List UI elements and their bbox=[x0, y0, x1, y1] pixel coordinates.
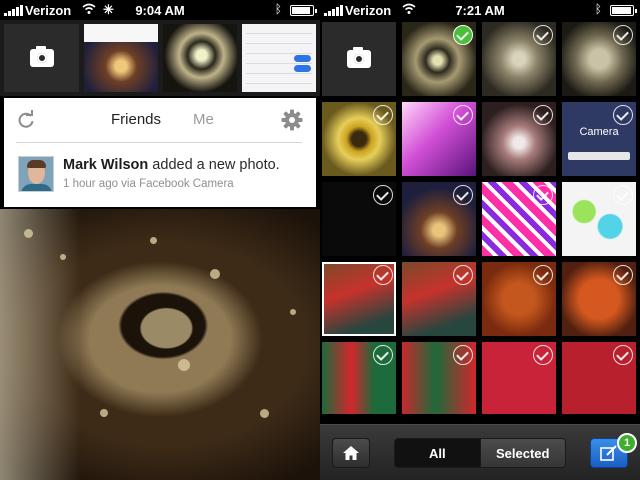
photo-tile[interactable] bbox=[562, 262, 636, 336]
check-icon[interactable] bbox=[613, 105, 633, 125]
feed-story[interactable]: Mark Wilson added a new photo. bbox=[63, 157, 280, 173]
bottom-toolbar: All Selected 1 bbox=[320, 424, 640, 480]
segment-all[interactable]: All bbox=[395, 439, 480, 467]
check-icon[interactable] bbox=[533, 25, 553, 45]
check-icon[interactable] bbox=[453, 185, 473, 205]
photo-tile[interactable] bbox=[562, 342, 636, 414]
home-icon bbox=[343, 446, 359, 460]
tab-friends[interactable]: Friends bbox=[111, 111, 161, 128]
photo-tile[interactable] bbox=[562, 182, 636, 256]
camera-button[interactable] bbox=[322, 22, 396, 96]
battery-icon bbox=[610, 5, 637, 16]
refresh-icon[interactable] bbox=[16, 110, 36, 130]
home-button[interactable] bbox=[332, 438, 370, 468]
battery-icon bbox=[290, 5, 317, 16]
filter-segmented-control: All Selected bbox=[394, 438, 566, 468]
check-icon[interactable] bbox=[373, 105, 393, 125]
tab-me[interactable]: Me bbox=[193, 111, 214, 128]
photo-tile[interactable] bbox=[482, 102, 556, 176]
check-icon[interactable] bbox=[613, 25, 633, 45]
photo-tile[interactable] bbox=[322, 262, 396, 336]
photo-tile[interactable] bbox=[322, 342, 396, 414]
photo-grid: Camera bbox=[320, 20, 640, 414]
story-meta: 1 hour ago via Facebook Camera bbox=[63, 178, 234, 190]
photo-tile[interactable] bbox=[482, 262, 556, 336]
check-icon[interactable] bbox=[373, 185, 393, 205]
check-icon[interactable] bbox=[613, 265, 633, 285]
photo-tile[interactable] bbox=[402, 342, 476, 414]
story-action: added a new photo. bbox=[148, 157, 280, 173]
check-icon[interactable] bbox=[533, 265, 553, 285]
left-screen: Verizon ✳ 9:04 AM ᛒ Friends Me Mark Wils… bbox=[0, 0, 320, 480]
shared-photo[interactable] bbox=[0, 209, 320, 480]
selection-count-badge: 1 bbox=[617, 433, 637, 453]
photo-tile[interactable] bbox=[322, 182, 396, 256]
status-time: 9:04 AM bbox=[135, 3, 185, 18]
check-icon[interactable] bbox=[373, 265, 393, 285]
bluetooth-icon: ᛒ bbox=[594, 2, 602, 16]
photo-tile[interactable] bbox=[402, 102, 476, 176]
photo-thumbnail[interactable] bbox=[242, 24, 316, 92]
photo-tile[interactable] bbox=[482, 342, 556, 414]
gear-icon[interactable] bbox=[281, 109, 303, 131]
photo-thumbnail[interactable] bbox=[84, 24, 158, 92]
check-icon[interactable] bbox=[453, 345, 473, 365]
photo-tile[interactable] bbox=[482, 182, 556, 256]
divider bbox=[16, 142, 302, 143]
check-icon[interactable] bbox=[373, 345, 393, 365]
check-icon[interactable] bbox=[453, 105, 473, 125]
photo-thumbnail[interactable] bbox=[163, 24, 237, 92]
check-icon[interactable] bbox=[453, 265, 473, 285]
photo-tile[interactable] bbox=[402, 262, 476, 336]
photo-tile[interactable] bbox=[322, 102, 396, 176]
segment-selected[interactable]: Selected bbox=[479, 439, 565, 467]
compose-icon bbox=[600, 445, 617, 461]
check-icon[interactable] bbox=[613, 185, 633, 205]
avatar[interactable] bbox=[18, 156, 54, 192]
check-icon[interactable] bbox=[533, 345, 553, 365]
photo-tile[interactable]: Camera bbox=[562, 102, 636, 176]
check-icon[interactable] bbox=[533, 105, 553, 125]
camera-icon bbox=[347, 47, 371, 68]
photo-tile[interactable] bbox=[402, 22, 476, 96]
user-name[interactable]: Mark Wilson bbox=[63, 157, 148, 173]
camera-app-label: Camera bbox=[579, 126, 619, 138]
camera-button[interactable] bbox=[4, 24, 79, 92]
photo-tile[interactable] bbox=[482, 22, 556, 96]
photo-tile[interactable] bbox=[402, 182, 476, 256]
check-icon[interactable] bbox=[613, 345, 633, 365]
photo-strip bbox=[0, 20, 320, 96]
right-screen: Verizon 7:21 AM ᛒ Camera All Selected 1 bbox=[320, 0, 640, 480]
check-icon[interactable] bbox=[533, 185, 553, 205]
photo-tile[interactable] bbox=[562, 22, 636, 96]
feed-tabs: Friends Me bbox=[4, 98, 316, 142]
status-time: 7:21 AM bbox=[455, 3, 505, 18]
status-bar: Verizon ✳ 9:04 AM ᛒ bbox=[0, 0, 320, 20]
camera-icon bbox=[29, 46, 54, 67]
bluetooth-icon: ᛒ bbox=[274, 2, 282, 16]
news-feed-card: Friends Me Mark Wilson added a new photo… bbox=[4, 98, 316, 207]
check-icon[interactable] bbox=[453, 25, 473, 45]
status-bar: Verizon 7:21 AM ᛒ bbox=[320, 0, 640, 20]
connect-button bbox=[568, 152, 630, 160]
